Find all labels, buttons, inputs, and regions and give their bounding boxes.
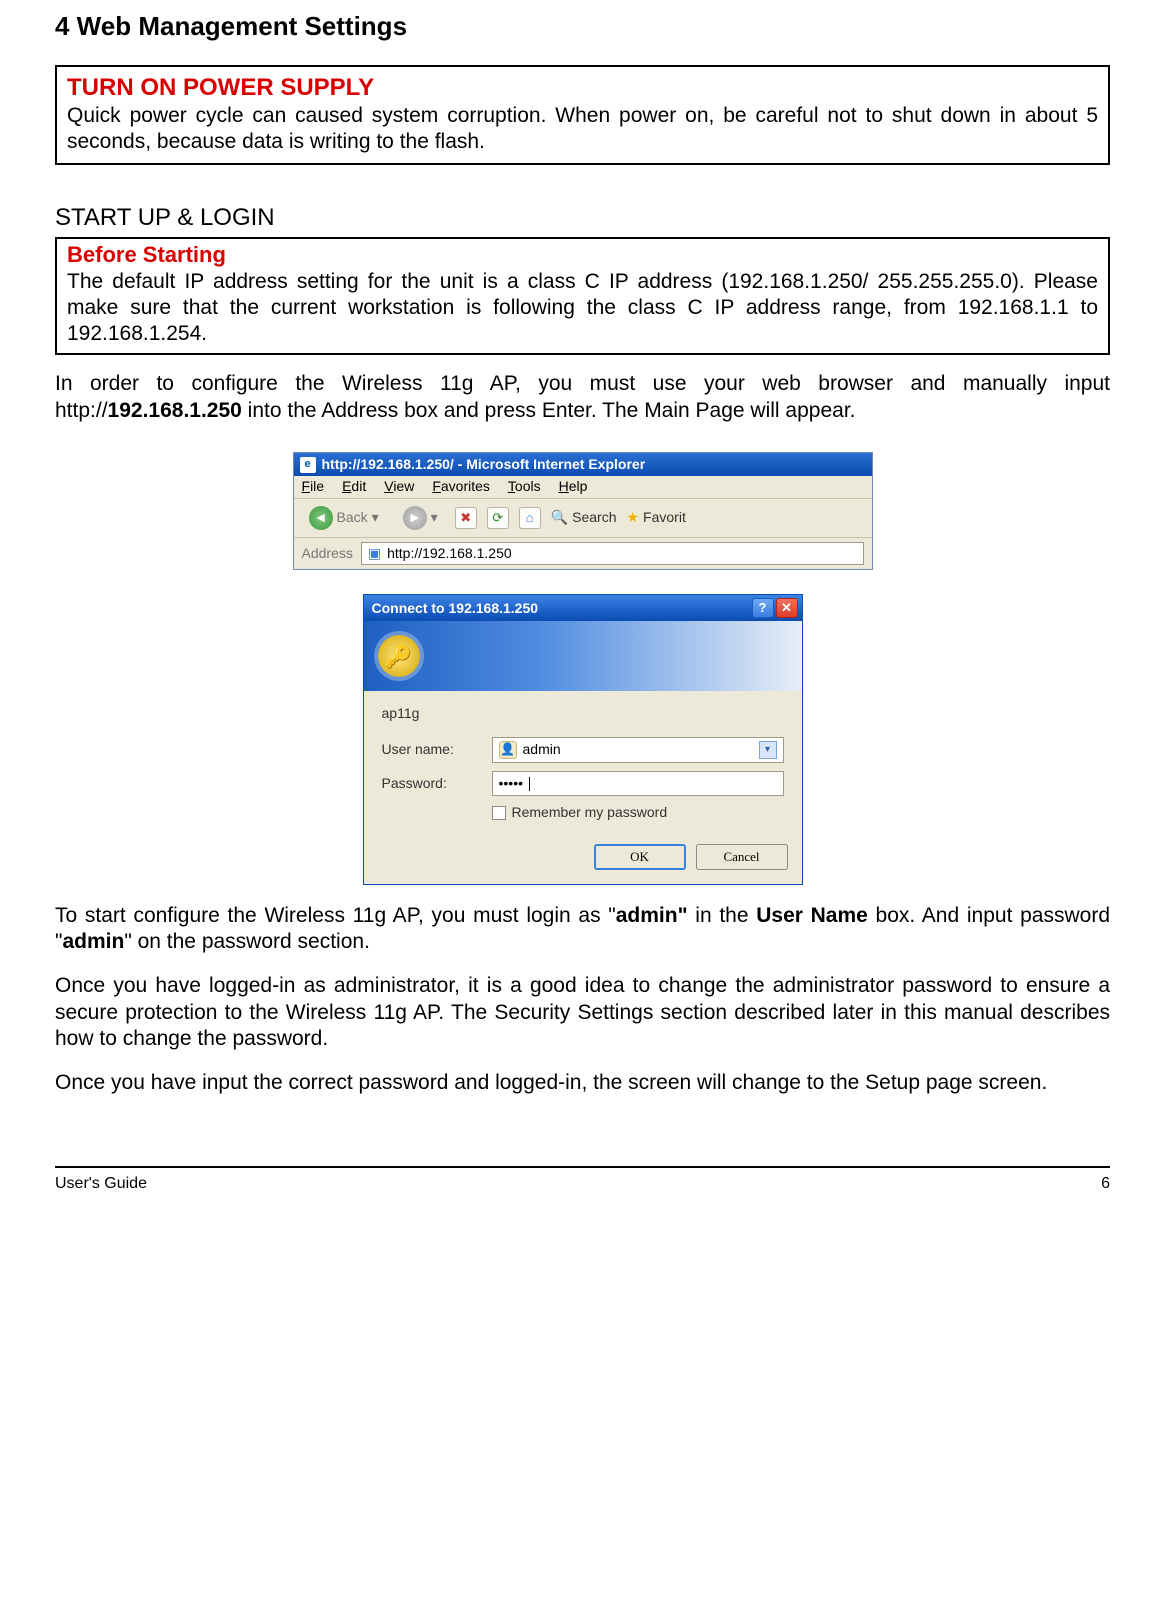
login-instructions-paragraph: To start configure the Wireless 11g AP, … bbox=[55, 903, 1110, 956]
user-icon: 👤 bbox=[499, 741, 517, 759]
password-input[interactable]: ••••• bbox=[492, 771, 784, 797]
auth-dialog-titlebar: Connect to 192.168.1.250 ? ✕ bbox=[364, 595, 802, 621]
browser-window: e http://192.168.1.250/ - Microsoft Inte… bbox=[293, 452, 873, 571]
browser-titlebar: e http://192.168.1.250/ - Microsoft Inte… bbox=[294, 453, 872, 477]
star-icon: ★ bbox=[626, 509, 639, 527]
browser-addressbar: Address ▣ http://192.168.1.250 bbox=[294, 538, 872, 570]
address-label: Address bbox=[302, 545, 353, 563]
username-label: User name: bbox=[382, 741, 482, 759]
refresh-icon[interactable]: ⟳ bbox=[487, 507, 509, 529]
footer-left: User's Guide bbox=[55, 1174, 147, 1194]
address-value: http://192.168.1.250 bbox=[387, 545, 512, 563]
footer-page-number: 6 bbox=[1101, 1174, 1110, 1194]
search-label: Search bbox=[572, 509, 616, 527]
forward-button[interactable]: ► ▾ bbox=[396, 503, 445, 533]
remember-checkbox[interactable] bbox=[492, 806, 506, 820]
menu-help[interactable]: Help bbox=[559, 478, 588, 496]
page-icon: ▣ bbox=[368, 545, 381, 563]
username-input[interactable]: 👤 admin ▾ bbox=[492, 737, 784, 763]
intro-paragraph: In order to configure the Wireless 11g A… bbox=[55, 371, 1110, 424]
browser-toolbar: ◄ Back ▾ ► ▾ ✖ ⟳ ⌂ 🔍 Search ★ Favorit bbox=[294, 499, 872, 538]
before-starting-title: Before Starting bbox=[67, 241, 1098, 269]
stop-icon[interactable]: ✖ bbox=[455, 507, 477, 529]
before-starting-box: Before Starting The default IP address s… bbox=[55, 237, 1110, 355]
remember-label: Remember my password bbox=[512, 804, 668, 822]
auth-dialog-title-text: Connect to 192.168.1.250 bbox=[372, 600, 539, 618]
password-value: ••••• bbox=[499, 775, 524, 793]
search-button[interactable]: 🔍 Search bbox=[551, 509, 617, 527]
section-heading-startup-login: START UP & LOGIN bbox=[55, 203, 1110, 233]
menu-tools[interactable]: Tools bbox=[508, 478, 541, 496]
setup-page-paragraph: Once you have input the correct password… bbox=[55, 1070, 1110, 1096]
page-footer: User's Guide 6 bbox=[55, 1166, 1110, 1194]
auth-dialog-banner: 🔑 bbox=[364, 621, 802, 691]
password-change-paragraph: Once you have logged-in as administrator… bbox=[55, 973, 1110, 1052]
password-label: Password: bbox=[382, 775, 482, 793]
page-title: 4 Web Management Settings bbox=[55, 10, 1110, 43]
username-value: admin bbox=[523, 741, 561, 759]
close-button[interactable]: ✕ bbox=[776, 598, 798, 618]
dropdown-arrow-icon: ▾ bbox=[431, 509, 438, 527]
menu-file[interactable]: File bbox=[302, 478, 325, 496]
address-input[interactable]: ▣ http://192.168.1.250 bbox=[361, 542, 864, 566]
power-warning-body: Quick power cycle can caused system corr… bbox=[67, 103, 1098, 156]
auth-dialog: Connect to 192.168.1.250 ? ✕ 🔑 ap11g Use… bbox=[363, 594, 803, 885]
favorites-button[interactable]: ★ Favorit bbox=[626, 509, 685, 527]
back-button[interactable]: ◄ Back ▾ bbox=[302, 503, 386, 533]
menu-view[interactable]: View bbox=[384, 478, 414, 496]
power-warning-title: TURN ON POWER SUPPLY bbox=[67, 73, 1098, 103]
keys-icon: 🔑 bbox=[378, 635, 420, 677]
dropdown-arrow-icon[interactable]: ▾ bbox=[759, 741, 777, 759]
help-button[interactable]: ? bbox=[752, 598, 774, 618]
ie-icon: e bbox=[300, 457, 316, 473]
menu-favorites[interactable]: Favorites bbox=[432, 478, 490, 496]
power-warning-box: TURN ON POWER SUPPLY Quick power cycle c… bbox=[55, 65, 1110, 166]
dropdown-arrow-icon: ▾ bbox=[372, 509, 379, 527]
favorites-label: Favorit bbox=[643, 509, 686, 527]
before-starting-body: The default IP address setting for the u… bbox=[67, 269, 1098, 348]
intro-ip-bold: 192.168.1.250 bbox=[108, 399, 242, 422]
search-icon: 🔍 bbox=[551, 509, 568, 527]
cancel-button[interactable]: Cancel bbox=[696, 844, 788, 870]
menu-edit[interactable]: Edit bbox=[342, 478, 366, 496]
ok-button[interactable]: OK bbox=[594, 844, 686, 870]
browser-title-text: http://192.168.1.250/ - Microsoft Intern… bbox=[322, 456, 646, 474]
browser-menubar: File Edit View Favorites Tools Help bbox=[294, 476, 872, 499]
intro-text-post: into the Address box and press Enter. Th… bbox=[242, 399, 856, 422]
forward-arrow-icon: ► bbox=[403, 506, 427, 530]
back-arrow-icon: ◄ bbox=[309, 506, 333, 530]
home-icon[interactable]: ⌂ bbox=[519, 507, 541, 529]
back-label: Back bbox=[337, 509, 368, 527]
auth-realm-label: ap11g bbox=[382, 705, 784, 723]
